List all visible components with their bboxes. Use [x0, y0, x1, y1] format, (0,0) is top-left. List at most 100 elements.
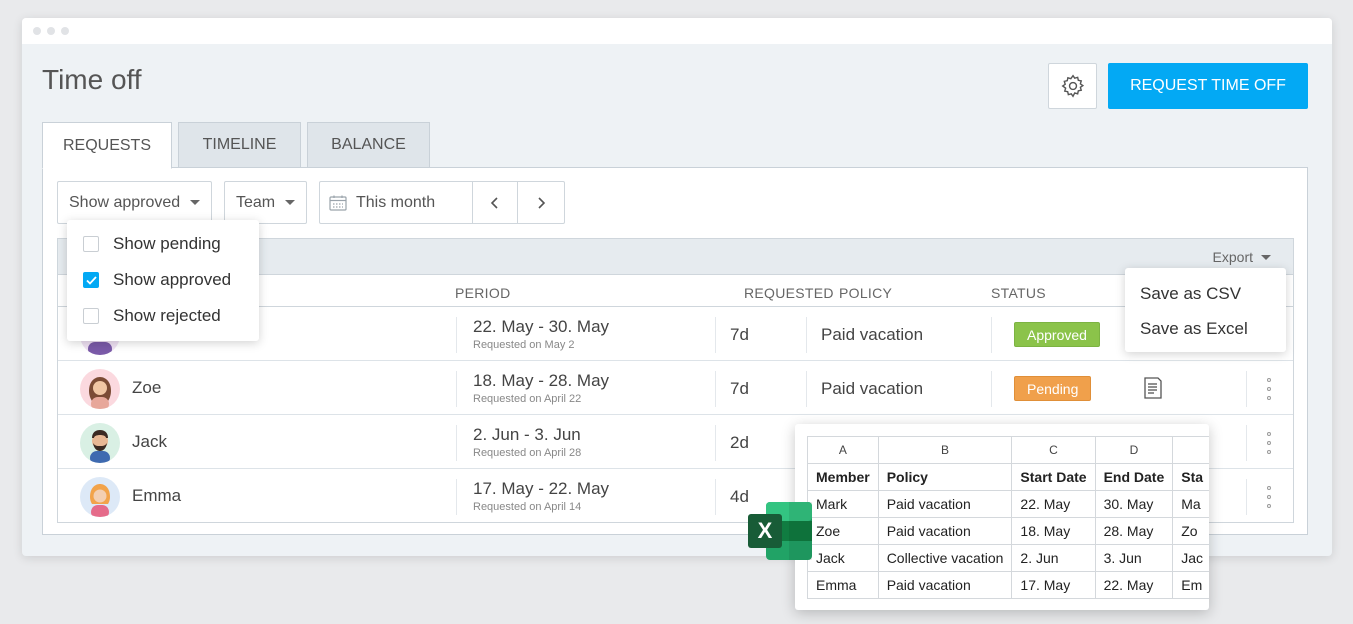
export-menu: Save as CSV Save as Excel	[1125, 268, 1286, 352]
cell-divider	[456, 479, 457, 515]
tab-requests[interactable]: REQUESTS	[42, 122, 172, 169]
date-range-label: This month	[356, 193, 436, 211]
spreadsheet-cell: Emma	[807, 571, 879, 599]
row-menu-icon[interactable]	[1263, 376, 1275, 402]
requested-on: Requested on April 14	[473, 501, 582, 513]
row-menu-icon[interactable]	[1263, 430, 1275, 456]
spreadsheet-cell: 30. May	[1094, 490, 1174, 518]
column-letter: C	[1011, 436, 1096, 464]
gear-icon	[1061, 74, 1084, 98]
period-range: 17. May - 22. May	[473, 479, 610, 498]
spreadsheet-preview: A B C D Member Policy Start Date End Dat…	[795, 424, 1209, 610]
cell-divider	[1246, 479, 1247, 515]
cell-divider	[1246, 425, 1247, 461]
spreadsheet-row: Zoe Paid vacation 18. May 28. May Zo	[807, 517, 1209, 545]
table-row[interactable]: Zoe 18. May - 28. May Requested on April…	[58, 361, 1293, 415]
spreadsheet-cell: Ma	[1172, 490, 1209, 518]
export-dropdown[interactable]: Export	[1213, 249, 1271, 265]
tab-balance[interactable]: BALANCE	[307, 122, 430, 168]
cell-divider	[991, 371, 992, 407]
window-dot	[61, 27, 69, 35]
spreadsheet-cell: Mark	[807, 490, 879, 518]
team-filter-dropdown[interactable]: Team	[224, 181, 307, 224]
column-header-policy: POLICY	[839, 285, 893, 301]
period-range: 22. May - 30. May	[473, 317, 610, 336]
spreadsheet-header-row: Member Policy Start Date End Date Sta	[807, 463, 1209, 491]
status-badge: Approved	[1014, 322, 1100, 347]
status-badge: Pending	[1014, 376, 1092, 401]
date-range-picker: This month	[319, 181, 565, 224]
menu-item-show-rejected[interactable]: Show rejected	[83, 304, 221, 328]
excel-logo-icon: X	[748, 502, 812, 560]
spreadsheet-cell: Sta	[1172, 463, 1209, 491]
spreadsheet-cell: 22. May	[1094, 571, 1174, 599]
spreadsheet-cell: Paid vacation	[877, 490, 1013, 518]
request-time-off-button[interactable]: REQUEST TIME OFF	[1108, 63, 1308, 109]
spreadsheet-cell: Paid vacation	[877, 517, 1013, 545]
status-filter-label: Show approved	[69, 193, 181, 211]
period-range: 2. Jun - 3. Jun	[473, 425, 581, 444]
policy-name: Paid vacation	[821, 379, 924, 398]
requested-on: Requested on April 28	[473, 447, 582, 459]
row-menu-icon[interactable]	[1263, 484, 1275, 510]
menu-item-show-pending[interactable]: Show pending	[83, 232, 221, 256]
spreadsheet-cell: End Date	[1094, 463, 1174, 491]
checkbox[interactable]	[83, 236, 99, 252]
column-letter	[1172, 436, 1209, 464]
tab-timeline[interactable]: TIMELINE	[178, 122, 301, 168]
cell-divider	[806, 371, 807, 407]
menu-item-save-as-csv[interactable]: Save as CSV	[1140, 284, 1241, 304]
requested-days: 4d	[730, 487, 749, 506]
chevron-right-icon	[538, 196, 546, 209]
spreadsheet-cell: 28. May	[1094, 517, 1174, 545]
spreadsheet-cell: 3. Jun	[1094, 544, 1174, 572]
menu-item-label: Show approved	[113, 270, 232, 289]
cell-divider	[1246, 371, 1247, 407]
settings-button[interactable]	[1048, 63, 1097, 109]
spreadsheet-cell: Member	[807, 463, 879, 491]
requested-days: 2d	[730, 433, 749, 452]
cell-divider	[715, 317, 716, 353]
spreadsheet-cell: Policy	[877, 463, 1013, 491]
spreadsheet-cell: 17. May	[1011, 571, 1096, 599]
next-period-button[interactable]	[518, 182, 564, 223]
cell-divider	[456, 317, 457, 353]
member-name: Emma	[132, 486, 182, 505]
column-header-period: PERIOD	[455, 285, 511, 301]
previous-period-button[interactable]	[473, 182, 519, 223]
spreadsheet-row: Mark Paid vacation 22. May 30. May Ma	[807, 490, 1209, 518]
spreadsheet-cell: Zo	[1172, 517, 1209, 545]
period-range: 18. May - 28. May	[473, 371, 610, 390]
cell-divider	[715, 371, 716, 407]
spreadsheet-row: Emma Paid vacation 17. May 22. May Em	[807, 571, 1209, 599]
column-letter: D	[1094, 436, 1174, 464]
cell-divider	[456, 371, 457, 407]
checkbox[interactable]	[83, 308, 99, 324]
checkmark-icon	[85, 275, 97, 285]
cell-divider	[991, 317, 992, 353]
spreadsheet-cell: 18. May	[1011, 517, 1096, 545]
avatar	[80, 423, 120, 463]
caret-down-icon	[1261, 254, 1271, 260]
checkbox[interactable]	[83, 272, 99, 288]
column-letter: A	[807, 436, 879, 464]
caret-down-icon	[190, 200, 201, 205]
avatar	[80, 369, 120, 409]
team-filter-label: Team	[236, 193, 276, 211]
menu-item-save-as-excel[interactable]: Save as Excel	[1140, 319, 1248, 339]
requested-on: Requested on April 22	[473, 393, 582, 405]
excel-logo-letter: X	[758, 518, 773, 543]
menu-item-label: Show pending	[113, 234, 221, 253]
column-header-requested: REQUESTED	[744, 285, 834, 301]
date-range-button[interactable]: This month	[320, 182, 473, 223]
requested-on: Requested on May 2	[473, 339, 575, 351]
note-icon[interactable]	[1143, 377, 1163, 399]
calendar-icon	[329, 195, 347, 211]
spreadsheet-row: Jack Collective vacation 2. Jun 3. Jun J…	[807, 544, 1209, 572]
member-name: Zoe	[132, 378, 162, 397]
spreadsheet-cell: Start Date	[1011, 463, 1096, 491]
requested-days: 7d	[730, 379, 749, 398]
menu-item-show-approved[interactable]: Show approved	[83, 268, 231, 292]
window-dot	[47, 27, 55, 35]
status-filter-dropdown[interactable]: Show approved	[57, 181, 212, 224]
